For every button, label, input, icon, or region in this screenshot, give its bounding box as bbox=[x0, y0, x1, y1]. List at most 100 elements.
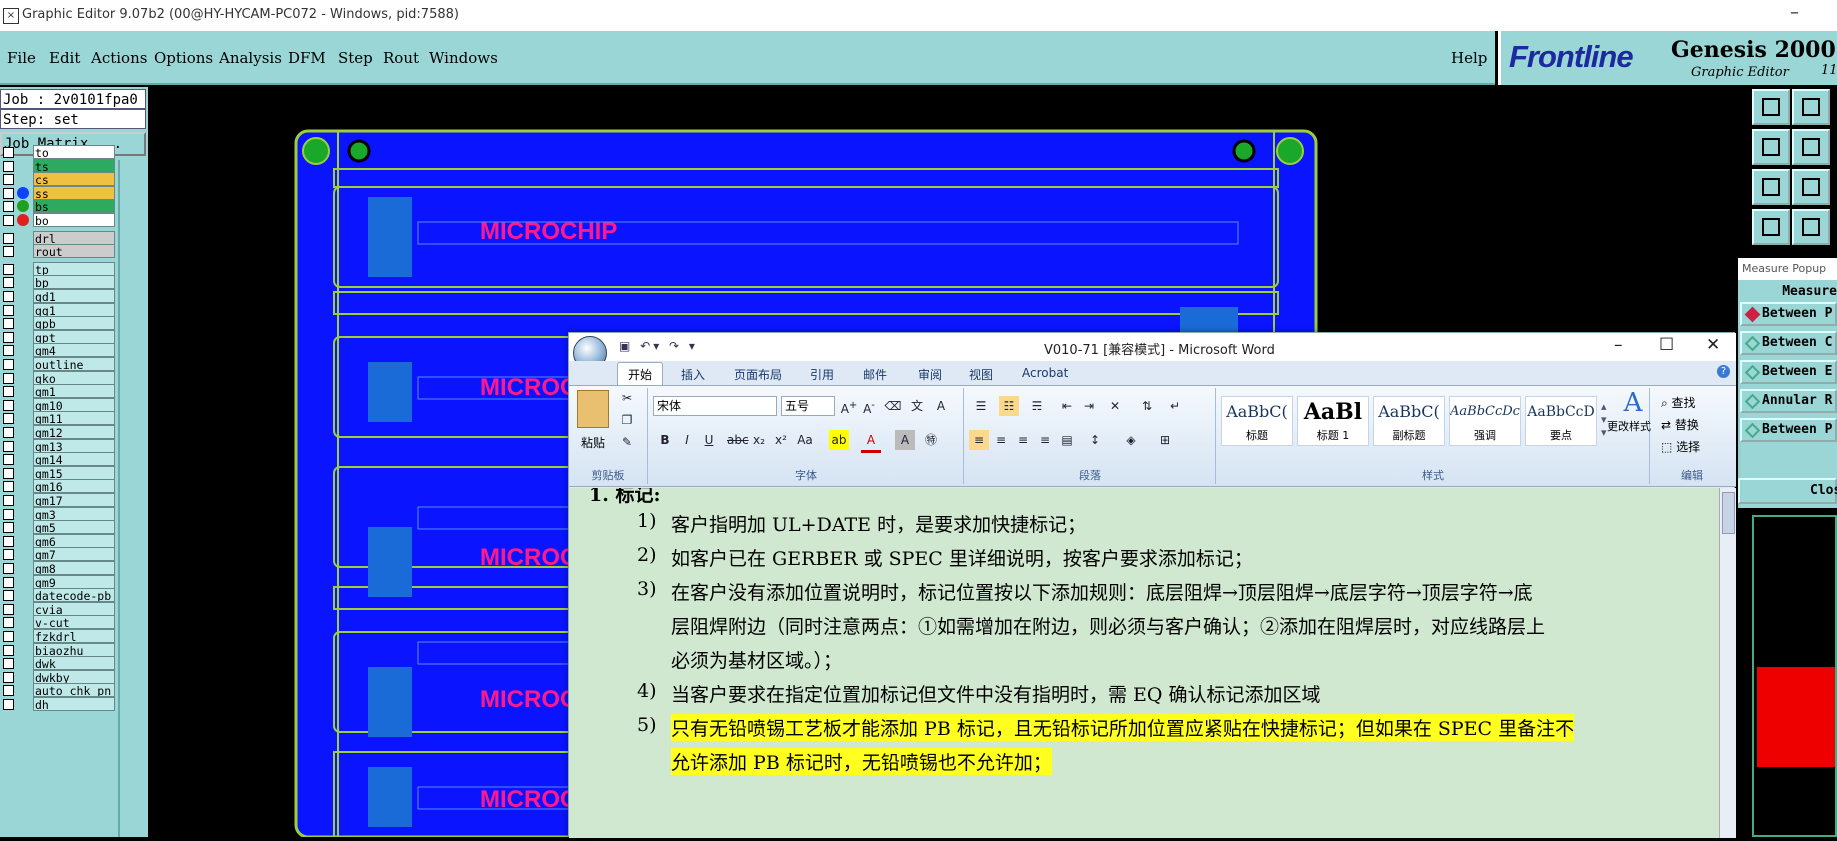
layer-name[interactable]: gm6 bbox=[33, 533, 115, 548]
tool-button[interactable] bbox=[1792, 129, 1830, 165]
format-painter-icon[interactable]: ✎ bbox=[617, 432, 637, 452]
layer-name[interactable]: biaozhu bbox=[33, 642, 115, 657]
layer-name[interactable]: gpb bbox=[33, 316, 115, 331]
layer-checkbox[interactable] bbox=[3, 603, 14, 615]
font-name-select[interactable]: 宋体 bbox=[653, 396, 777, 416]
menu-edit[interactable]: Edit bbox=[49, 49, 80, 67]
tool-button[interactable] bbox=[1792, 169, 1830, 205]
clear-format-icon[interactable]: ⌫ bbox=[883, 396, 903, 416]
layer-name[interactable]: bp bbox=[33, 275, 115, 290]
layer-name[interactable]: gm5 bbox=[33, 520, 115, 535]
layer-name[interactable]: gg1 bbox=[33, 302, 115, 317]
paste-button[interactable]: 粘贴 bbox=[581, 434, 605, 451]
layer-checkbox[interactable] bbox=[3, 215, 14, 226]
layer-checkbox[interactable] bbox=[3, 617, 14, 629]
layer-name[interactable]: gm3 bbox=[33, 506, 115, 521]
layer-name[interactable]: gm13 bbox=[33, 438, 115, 453]
layer-checkbox[interactable] bbox=[3, 318, 14, 330]
show-marks-icon[interactable]: ↵ bbox=[1165, 396, 1185, 416]
tab-review[interactable]: 审阅 bbox=[918, 366, 942, 383]
layer-checkbox[interactable] bbox=[3, 345, 14, 357]
layer-name[interactable]: gm8 bbox=[33, 561, 115, 575]
layer-name[interactable]: gd1 bbox=[33, 289, 115, 303]
layer-checkbox[interactable] bbox=[3, 263, 14, 275]
layer-name[interactable]: outline bbox=[33, 357, 115, 371]
superscript-icon[interactable]: x² bbox=[771, 430, 791, 450]
strikethrough-icon[interactable]: abc bbox=[727, 430, 749, 450]
layer-name[interactable]: gm1 bbox=[33, 384, 115, 399]
layer-checkbox[interactable] bbox=[3, 563, 14, 574]
layer-name[interactable]: gm9 bbox=[33, 574, 115, 589]
layer-name[interactable]: datecode-pb bbox=[33, 588, 115, 603]
layer-name[interactable]: gm12 bbox=[33, 425, 115, 439]
tab-mailings[interactable]: 邮件 bbox=[863, 366, 887, 383]
cut-icon[interactable]: ✂ bbox=[617, 388, 637, 408]
layer-name[interactable]: ts bbox=[33, 158, 115, 173]
tool-button[interactable] bbox=[1792, 209, 1830, 245]
layer-checkbox[interactable] bbox=[3, 160, 14, 172]
change-case-icon[interactable]: Aa bbox=[795, 430, 815, 450]
close-button[interactable]: ✕ bbox=[1706, 335, 1720, 355]
increase-indent-icon[interactable]: ⇥ bbox=[1079, 396, 1099, 416]
scroll-thumb[interactable] bbox=[1722, 492, 1735, 534]
subscript-icon[interactable]: x₂ bbox=[749, 430, 769, 450]
bullets-icon[interactable]: ☰ bbox=[971, 396, 991, 416]
align-right-icon[interactable]: ≡ bbox=[1013, 430, 1033, 450]
layer-name[interactable]: gm15 bbox=[33, 465, 115, 480]
minimize-button[interactable]: – bbox=[1614, 335, 1623, 355]
highlight-icon[interactable]: ab bbox=[829, 430, 849, 450]
layer-checkbox[interactable] bbox=[3, 187, 14, 199]
menu-help[interactable]: Help bbox=[1451, 49, 1487, 67]
chinese-layout-icon[interactable]: ✕ bbox=[1105, 396, 1125, 416]
layer-checkbox[interactable] bbox=[3, 246, 14, 258]
layer-checkbox[interactable] bbox=[3, 386, 14, 398]
layer-name[interactable]: ss bbox=[33, 185, 115, 200]
font-size-select[interactable]: 五号 bbox=[781, 396, 835, 416]
layer-checkbox[interactable] bbox=[3, 147, 14, 158]
layer-name[interactable]: bo bbox=[33, 213, 115, 227]
layer-name[interactable]: dwkby bbox=[33, 669, 115, 684]
layer-name[interactable]: drl bbox=[33, 230, 115, 245]
layer-name[interactable]: cvia bbox=[33, 601, 115, 616]
layer-name[interactable]: to bbox=[33, 145, 115, 159]
layer-checkbox[interactable] bbox=[3, 454, 14, 466]
layer-checkbox[interactable] bbox=[3, 495, 14, 506]
menu-dfm[interactable]: DFM bbox=[288, 49, 326, 67]
grow-font-icon[interactable]: A+ bbox=[839, 396, 859, 416]
layer-name[interactable]: gko bbox=[33, 370, 115, 385]
layer-checkbox[interactable] bbox=[3, 277, 14, 289]
tool-button[interactable] bbox=[1752, 169, 1790, 205]
layer-name[interactable]: auto_chk_pn bbox=[33, 683, 115, 698]
layer-checkbox[interactable] bbox=[3, 658, 14, 670]
layer-checkbox[interactable] bbox=[3, 440, 14, 452]
menu-windows[interactable]: Windows bbox=[429, 49, 498, 67]
line-spacing-icon[interactable]: ↕ bbox=[1085, 430, 1105, 450]
layer-name[interactable]: tp bbox=[33, 261, 115, 276]
char-shading-icon[interactable]: A bbox=[895, 430, 915, 450]
layer-checkbox[interactable] bbox=[3, 372, 14, 384]
italic-icon[interactable]: I bbox=[677, 430, 697, 450]
borders-icon[interactable]: ⊞ bbox=[1155, 430, 1175, 450]
align-left-icon[interactable]: ≡ bbox=[969, 430, 989, 450]
layer-name[interactable]: dh bbox=[33, 697, 115, 711]
select-button[interactable]: ⬚ 选择 bbox=[1661, 438, 1700, 455]
layer-name[interactable]: gm4 bbox=[33, 343, 115, 358]
layer-checkbox[interactable] bbox=[3, 671, 14, 683]
layer-checkbox[interactable] bbox=[3, 590, 14, 602]
layer-name[interactable]: rout bbox=[33, 244, 115, 259]
maximize-button[interactable]: ☐ bbox=[1659, 335, 1674, 355]
tool-button[interactable] bbox=[1752, 129, 1790, 165]
distributed-icon[interactable]: ▤ bbox=[1057, 430, 1077, 450]
menu-actions[interactable]: Actions bbox=[91, 49, 147, 67]
layer-scroll-strip[interactable] bbox=[118, 160, 148, 837]
replace-button[interactable]: ⇄ 替换 bbox=[1661, 416, 1699, 433]
layer-checkbox[interactable] bbox=[3, 535, 14, 547]
layer-checkbox[interactable] bbox=[3, 427, 14, 438]
layer-name[interactable]: fzkdrl bbox=[33, 629, 115, 643]
help-icon[interactable]: ? bbox=[1717, 365, 1730, 378]
layer-checkbox[interactable] bbox=[3, 631, 14, 642]
layer-name[interactable]: gm7 bbox=[33, 547, 115, 562]
layer-name[interactable]: gpt bbox=[33, 329, 115, 344]
style-heading-1[interactable]: AaBl 标题 1 bbox=[1297, 396, 1369, 446]
quick-access-toolbar[interactable]: ▣ ↶▾ ↷ ▾ bbox=[619, 339, 698, 353]
